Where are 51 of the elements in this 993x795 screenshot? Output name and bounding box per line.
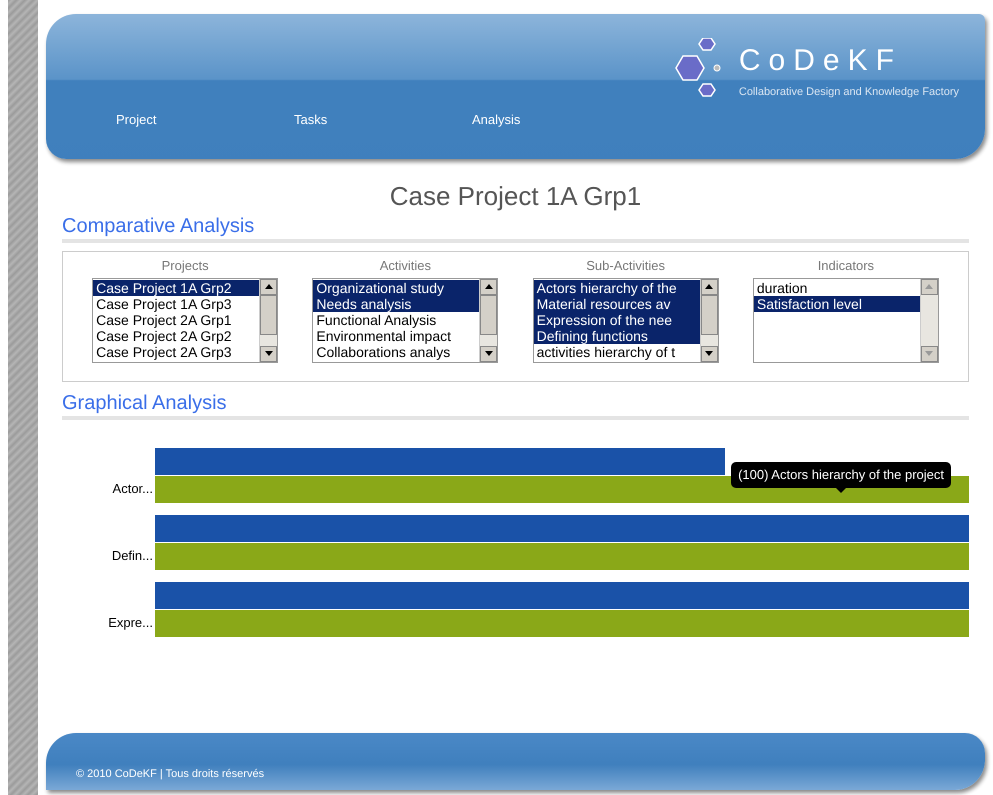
tooltip-pointer-icon (836, 488, 846, 492)
list-option[interactable]: Case Project 1A Grp3 (93, 296, 260, 312)
scroll-thumb[interactable] (260, 294, 278, 334)
chart-tooltip: (100) Actors hierarchy of the project (731, 462, 951, 488)
bar-label: Expre... (107, 614, 154, 632)
list-option[interactable]: Expression of the nee (534, 312, 700, 328)
list-option[interactable]: Case Project 2A Grp2 (93, 328, 260, 344)
nav-link[interactable]: Analysis (472, 110, 520, 130)
list-option[interactable]: Needs analysis (313, 296, 480, 312)
list-option[interactable]: activities hierarchy of t (534, 344, 700, 360)
scroll-down-icon[interactable] (700, 346, 718, 362)
list-option[interactable]: Satisfaction level (754, 296, 920, 312)
nav-link[interactable]: Tasks (294, 110, 342, 130)
scrollbar[interactable] (259, 278, 278, 362)
list-option[interactable]: Case Project 1A Grp2 (93, 280, 260, 296)
section-heading: Graphical Analysis (62, 390, 969, 420)
scroll-up-icon[interactable] (480, 278, 498, 294)
list-option[interactable]: Case Project 2A Grp1 (93, 312, 260, 328)
list-option[interactable]: Actors hierarchy of the (534, 280, 700, 296)
list-option[interactable]: Defining functions (534, 328, 700, 344)
scroll-up-icon[interactable] (260, 278, 278, 294)
list-label: Sub-Activities (586, 257, 665, 275)
page-title: Case Project 1A Grp1 (388, 181, 642, 211)
list-option[interactable]: Case Project 2A Grp3 (93, 344, 260, 360)
bar-label: Defin... (110, 546, 154, 564)
list-option[interactable]: duration (754, 280, 920, 296)
scrollbar[interactable] (700, 278, 718, 362)
logo-tagline: Collaborative Design and Knowledge Factory (738, 85, 959, 100)
bar-label: Actor... (112, 480, 154, 498)
scroll-down-icon[interactable] (260, 346, 278, 362)
scrollbar[interactable] (479, 278, 498, 362)
list-option[interactable]: Collaborations analys (313, 344, 480, 360)
scroll-down-icon[interactable] (480, 346, 498, 362)
list-option[interactable]: Material resources av (534, 296, 700, 312)
scroll-up-icon[interactable] (700, 278, 718, 294)
list-option[interactable]: Organizational study (313, 280, 480, 296)
list-box[interactable]: Actors hierarchy of the Material resources av Expression of the nee Defining functions activities hierarchy of t (532, 278, 719, 362)
list-label: Projects (162, 257, 209, 275)
scroll-thumb[interactable] (480, 294, 498, 334)
copyright-text: © 2010 CoDeKF | Tous droits réservés (76, 766, 264, 782)
list-box[interactable]: duration Satisfaction level (752, 278, 939, 362)
list-option[interactable]: Functional Analysis (313, 312, 480, 328)
scroll-thumb[interactable] (700, 294, 718, 334)
nav-link[interactable]: Project (116, 110, 164, 130)
list-label: Activities (380, 257, 432, 275)
list-option[interactable]: Environmental impact (313, 328, 480, 344)
list-box[interactable]: Case Project 1A Grp2 Case Project 1A Grp3 Case Project 2A Grp1 Case Project 2A Grp2 Case Project 2A Grp3 (92, 278, 278, 362)
logo-text: CoDeKF (738, 46, 903, 76)
list-label: Indicators (818, 257, 874, 275)
list-box[interactable]: Organizational study Needs analysis Functional Analysis Environmental impact Collaborations analys (312, 278, 498, 362)
section-heading: Comparative Analysis (62, 213, 969, 243)
